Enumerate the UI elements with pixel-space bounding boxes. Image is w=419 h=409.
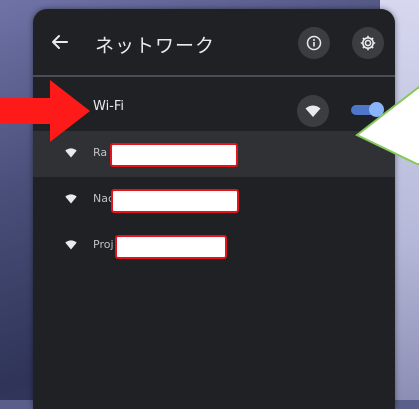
network-name: Ra [93,146,108,159]
gear-icon [360,35,376,51]
wifi-icon [65,194,77,204]
redaction-box [110,143,238,167]
info-button[interactable] [298,27,330,59]
arrow-left-icon[interactable] [51,33,69,51]
network-name: Proj [93,238,114,251]
network-item[interactable]: Proj [33,223,395,269]
panel-header: ネットワーク [33,9,395,75]
settings-button[interactable] [352,27,384,59]
red-arrow-annotation [0,80,90,142]
wifi-label: Wi-Fi [93,99,125,114]
wifi-button[interactable] [297,95,329,127]
redaction-box [111,189,239,213]
redaction-box [115,235,227,259]
info-icon [306,35,322,51]
network-item[interactable]: Nac [33,177,395,223]
wifi-icon [65,240,77,250]
network-panel: ネットワーク Wi-Fi Ra Nac Proj [33,9,395,409]
wifi-icon [65,148,77,158]
callout-bubble-annotation [355,85,419,165]
network-list: Ra Nac Proj [33,131,395,269]
wifi-icon [305,105,321,117]
page-title: ネットワーク [95,35,216,57]
